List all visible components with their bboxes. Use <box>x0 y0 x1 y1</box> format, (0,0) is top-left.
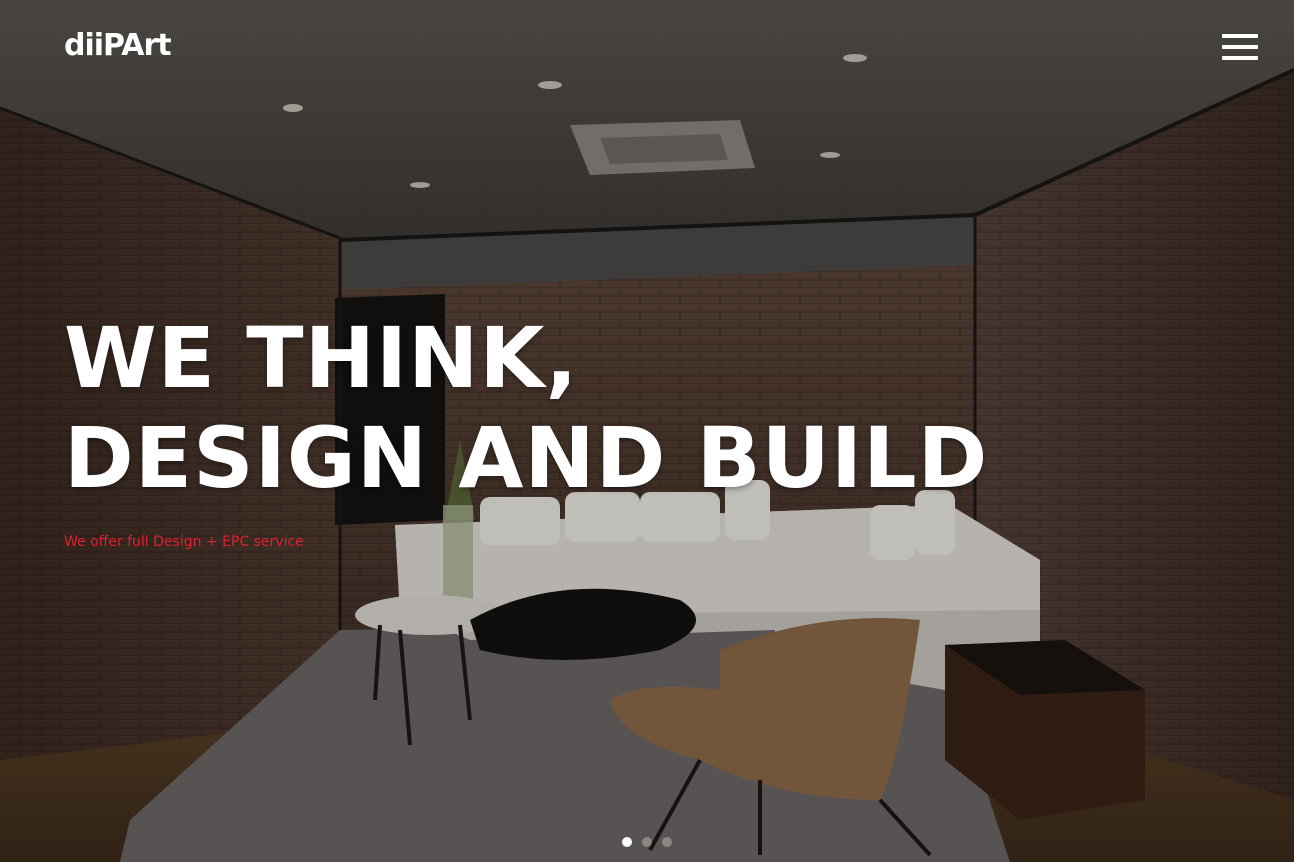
headline-line-1: WE THINK, <box>64 309 579 407</box>
headline-line-2: DESIGN AND BUILD <box>64 409 989 507</box>
hamburger-menu-icon-bar <box>1222 45 1258 49</box>
hero-subtitle: We offer full Design + EPC service <box>64 534 304 550</box>
slider-dot[interactable] <box>662 837 672 847</box>
hamburger-menu-icon-bar <box>1222 56 1258 60</box>
slider-dot[interactable] <box>622 837 632 847</box>
hamburger-menu-button[interactable] <box>1222 34 1258 62</box>
hamburger-menu-icon <box>1222 34 1258 38</box>
slider-dot[interactable] <box>642 837 652 847</box>
site-logo[interactable]: diiPArt <box>64 28 172 64</box>
hero-headline: WE THINK, DESIGN AND BUILD <box>64 308 988 508</box>
